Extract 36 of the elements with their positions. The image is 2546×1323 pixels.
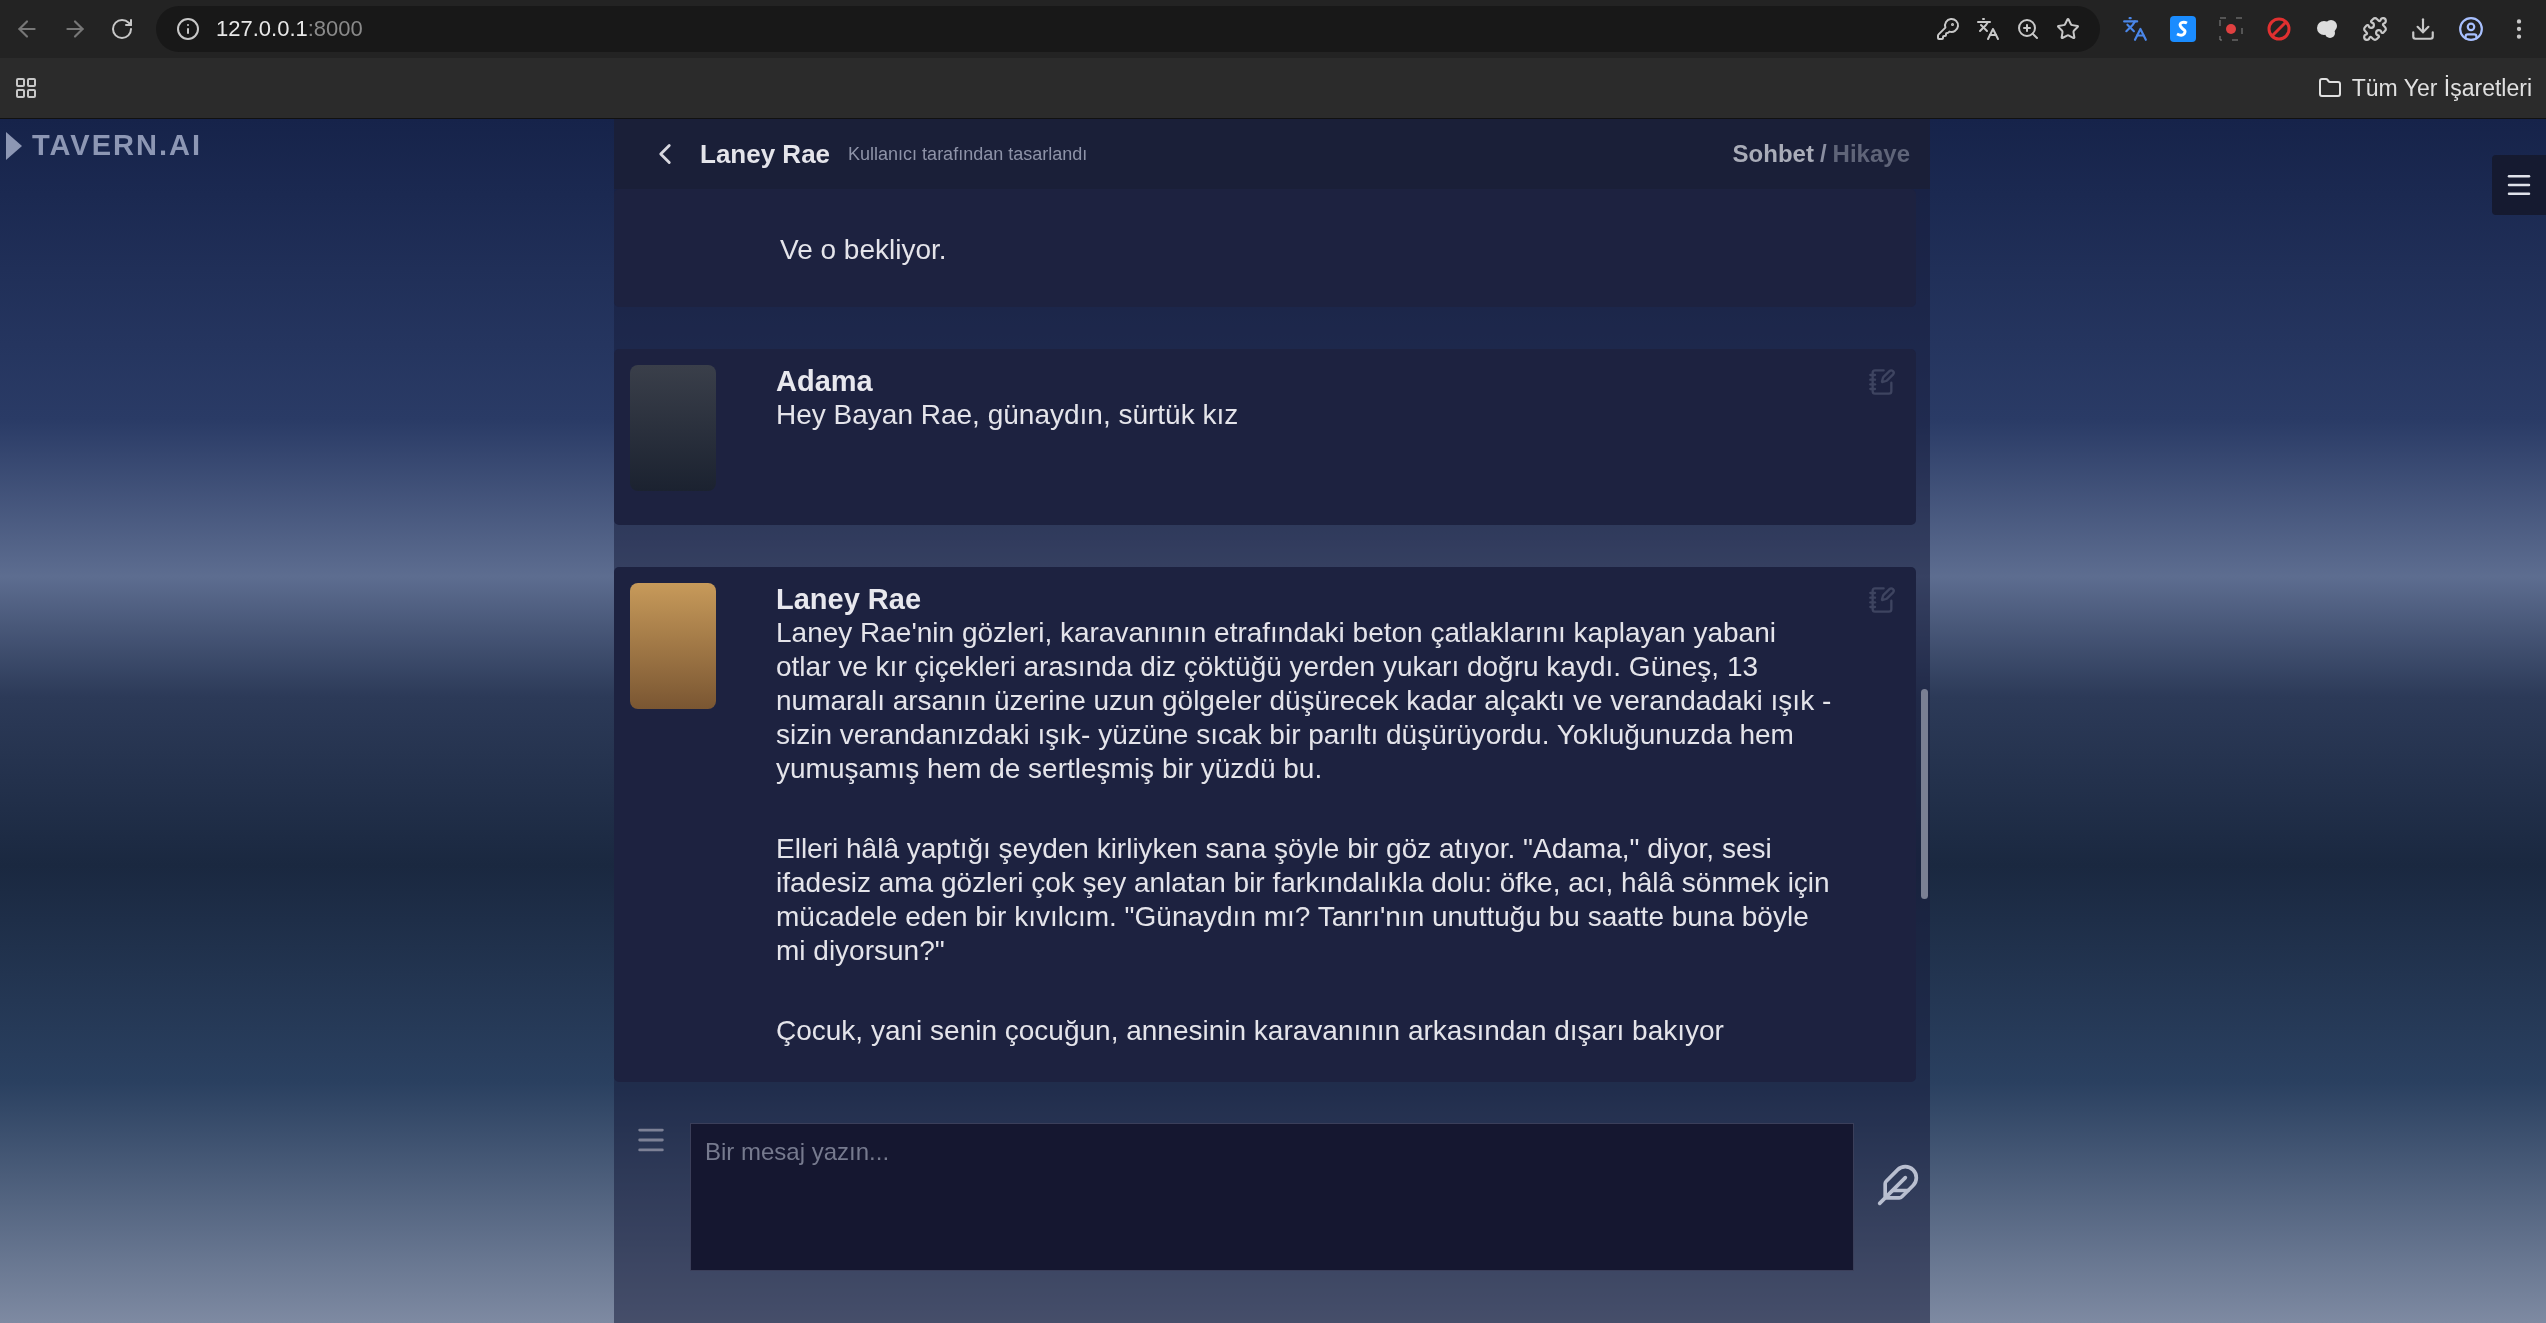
all-bookmarks-link[interactable]: Tüm Yer İşaretleri <box>2317 74 2532 102</box>
zoom-icon[interactable] <box>2016 17 2040 41</box>
menu-button[interactable] <box>2492 155 2546 215</box>
send-button[interactable] <box>1876 1163 1920 1207</box>
translate-icon[interactable] <box>1976 17 2000 41</box>
message-text: Laney Rae'nin gözleri, karavanının etrafındaki beton çatlaklarını kaplayan yabani otlar ve kır çiçekleri arasında diz çöktüğü yerden yukarı doğru kaydı. Güneş, 13 numaralı arsanın üzerine uzun gölgeler düşürecek kadar alçaktı ve verandadaki ışık -sizin verandanızdaki ışık- yüzüne sıcak bir parıltı düşürüyordu. Yokluğunuzda hem yumuşamış hem de sertleşmiş bir yüzdü bu. <box>776 616 1833 786</box>
message-text: Hey Bayan Rae, günaydın, sürtük kız <box>776 398 1240 432</box>
reload-icon[interactable] <box>110 17 134 41</box>
download-icon[interactable] <box>2410 16 2436 42</box>
sender-name: Laney Rae <box>776 583 922 616</box>
mode-tab[interactable]: Sohbet <box>1732 140 1814 168</box>
url-text: 127.0.0.1:8000 <box>216 16 363 42</box>
message-text: Çocuk, yani senin çocuğun, annesinin karavanının arkasından dışarı bakıyor <box>776 1014 1725 1048</box>
message-input[interactable]: Bir mesaj yazın... <box>690 1123 1854 1271</box>
profile-icon[interactable] <box>2458 16 2484 42</box>
apps-icon[interactable] <box>14 76 38 100</box>
extensions-icon[interactable] <box>2362 16 2388 42</box>
translate-extension-icon[interactable] <box>2122 16 2148 42</box>
character-name: Laney Rae <box>700 138 831 170</box>
mode-separator: / <box>1819 140 1827 168</box>
sender-name: Adama <box>776 365 873 398</box>
folder-icon <box>2317 76 2342 100</box>
key-icon[interactable] <box>1936 17 1960 41</box>
feather-icon <box>1876 1163 1920 1207</box>
star-icon[interactable] <box>2056 17 2080 41</box>
scrollbar-thumb[interactable] <box>1921 689 1928 899</box>
info-icon[interactable] <box>176 17 200 41</box>
address-bar[interactable]: 127.0.0.1:8000 <box>156 6 2100 52</box>
message-text: Ve o bekliyor. <box>780 233 948 267</box>
message-text: Elleri hâlâ yaptığı şeyden kirliyken sana şöyle bir göz atıyor. "Adama," diyor, sesi ifadesiz ama gözleri çok şey anlatan bir farkındalıkla dolu: öfke, acı, hâlâ sönmek için mücadele eden bir kıvılcım. "Günaydın mı? Tanrı'nın unuttuğu bu saatte buna böyle mi diyorsun?" <box>776 832 1831 968</box>
blocked-extension-icon[interactable] <box>2266 16 2292 42</box>
creator-note: Kullanıcı tarafından tasarlandı <box>848 143 1089 165</box>
s-extension-icon[interactable] <box>2170 16 2196 42</box>
triangle-icon <box>4 129 24 162</box>
logo-text[interactable]: TAVERN.AI <box>32 129 202 162</box>
record-icon[interactable] <box>2218 16 2244 42</box>
